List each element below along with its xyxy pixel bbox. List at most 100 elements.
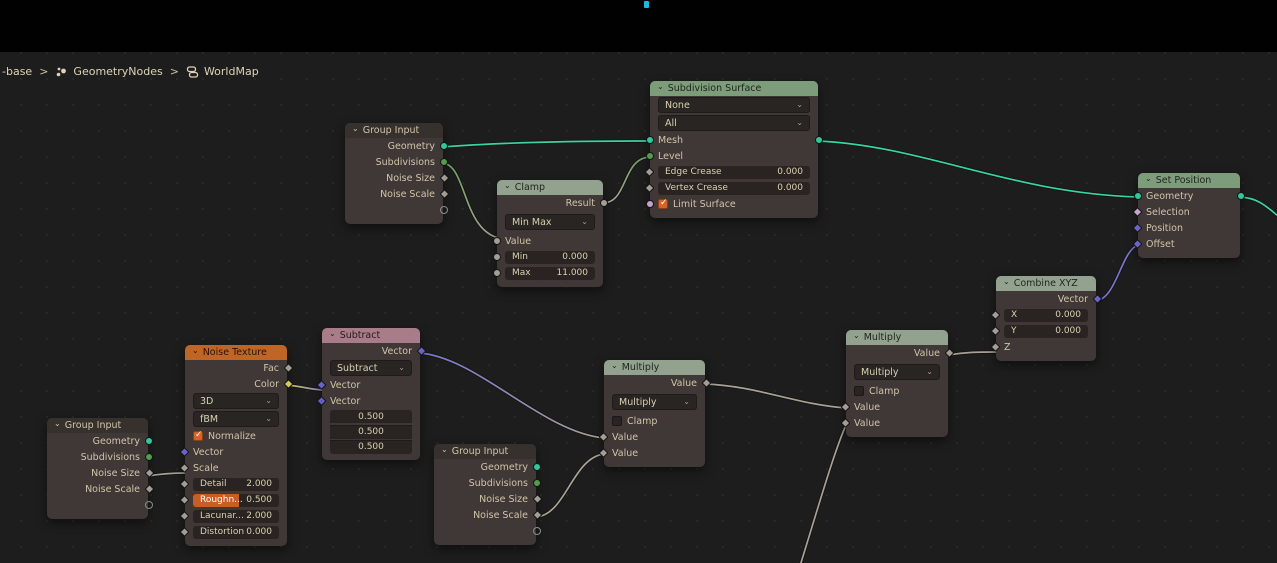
- socket-geometry-out[interactable]: [532, 463, 541, 471]
- collapse-chevron-icon[interactable]: ⌄: [657, 82, 664, 91]
- noise-type-dropdown[interactable]: fBM ⌄: [193, 411, 279, 427]
- node-multiply-1[interactable]: ⌄ Multiply Value Multiply ⌄ Clamp Value Va…: [598, 360, 711, 467]
- math-mode-dropdown[interactable]: Multiply ⌄: [612, 394, 697, 410]
- clamp-checkbox[interactable]: [612, 416, 622, 426]
- checkbox-label: Clamp: [627, 415, 658, 427]
- distortion-field[interactable]: Distortion 0.000: [193, 525, 279, 539]
- clamp-checkbox[interactable]: [854, 386, 864, 396]
- x-field[interactable]: X 0.000: [1004, 308, 1088, 322]
- socket-subdivisions-out[interactable]: [439, 158, 448, 166]
- wire-subtract-to-multiply1-value[interactable]: [419, 351, 605, 440]
- socket-min-in[interactable]: [492, 253, 501, 261]
- socket-virtual[interactable]: [439, 206, 448, 214]
- boundary-smooth-dropdown[interactable]: All ⌄: [658, 115, 810, 131]
- collapse-chevron-icon[interactable]: ⌄: [1003, 277, 1010, 286]
- node-group-input-top[interactable]: ⌄ Group Input Geometry Subdivisions Noise…: [345, 123, 449, 224]
- min-field[interactable]: Min 0.000: [505, 250, 595, 264]
- node-title: Multiply: [621, 362, 660, 373]
- collapse-chevron-icon[interactable]: ⌄: [853, 331, 860, 340]
- socket-result-out[interactable]: [599, 199, 608, 207]
- nodetree-icon: [57, 67, 67, 76]
- wire-geometry-to-mesh[interactable]: [442, 139, 651, 149]
- y-field[interactable]: Y 0.000: [1004, 324, 1088, 338]
- node-header[interactable]: ⌄ Clamp: [497, 180, 603, 195]
- node-header[interactable]: ⌄ Subdivision Surface: [650, 81, 818, 96]
- socket-value-in[interactable]: [492, 237, 501, 245]
- vector-math-mode-dropdown[interactable]: Subtract ⌄: [330, 360, 412, 376]
- collapse-chevron-icon[interactable]: ⌄: [329, 329, 336, 338]
- vector-y-field[interactable]: 0.500: [330, 424, 412, 439]
- wire-mesh-to-setposition-geometry[interactable]: [817, 139, 1139, 199]
- edge-crease-field[interactable]: Edge Crease 0.000: [658, 165, 810, 179]
- collapse-chevron-icon[interactable]: ⌄: [352, 124, 359, 133]
- socket-geometry-out[interactable]: [144, 437, 153, 445]
- wire-multiply1-to-multiply2-value[interactable]: [704, 382, 847, 410]
- node-group-input-bottom-middle[interactable]: ⌄ Group Input Geometry Subdivisions Noise…: [434, 444, 542, 545]
- dropdown-value: All: [665, 117, 677, 129]
- lacunarity-field[interactable]: Lacunar... 2.000: [193, 509, 279, 523]
- node-header[interactable]: ⌄ Multiply: [846, 330, 948, 345]
- detail-field[interactable]: Detail 2.000: [193, 477, 279, 491]
- node-header[interactable]: ⌄ Group Input: [345, 123, 443, 138]
- dropdown-value: Subtract: [337, 362, 378, 374]
- node-header[interactable]: ⌄ Group Input: [47, 418, 148, 433]
- collapse-chevron-icon[interactable]: ⌄: [441, 445, 448, 454]
- node-set-position[interactable]: ⌄ Set Position Geometry Selection Positio…: [1132, 173, 1245, 258]
- socket-geometry-out[interactable]: [1236, 192, 1245, 200]
- socket-subdivisions-out[interactable]: [532, 479, 541, 487]
- collapse-chevron-icon[interactable]: ⌄: [504, 181, 511, 190]
- max-field[interactable]: Max 11.000: [505, 266, 595, 280]
- dimensions-dropdown[interactable]: 3D ⌄: [193, 393, 279, 409]
- node-clamp[interactable]: ⌄ Clamp Result Min Max ⌄ Value Min 0.000 Ma…: [492, 180, 608, 287]
- socket-geometry-in[interactable]: [1133, 192, 1142, 200]
- socket-limit-surface-in[interactable]: [645, 200, 654, 208]
- socket-level-in[interactable]: [645, 152, 654, 160]
- vector-x-field[interactable]: 0.500: [330, 410, 412, 423]
- normalize-checkbox[interactable]: [193, 430, 203, 441]
- collapse-chevron-icon[interactable]: ⌄: [192, 346, 199, 355]
- socket-mesh-in[interactable]: [645, 136, 654, 144]
- collapse-chevron-icon[interactable]: ⌄: [54, 419, 61, 428]
- node-noise-texture[interactable]: ⌄Noise Texture Fac Color 3D⌄ fBM⌄ Normal…: [179, 345, 293, 546]
- clamp-mode-dropdown[interactable]: Min Max ⌄: [505, 214, 595, 230]
- collapse-chevron-icon[interactable]: ⌄: [1145, 174, 1152, 183]
- vertex-crease-field[interactable]: Vertex Crease 0.000: [658, 181, 810, 195]
- socket-label: Offset: [1146, 238, 1175, 250]
- socket-subdivisions-out[interactable]: [144, 453, 153, 461]
- node-combine-xyz[interactable]: ⌄ Combine XYZ Vector X 0.000 Y 0.000 Z: [990, 276, 1102, 361]
- limit-surface-checkbox[interactable]: [658, 198, 668, 209]
- node-subtract[interactable]: ⌄ Subtract Vector Subtract ⌄ Vector Vector…: [316, 328, 426, 460]
- wire-setposition-geometry-out[interactable]: [1239, 195, 1277, 218]
- node-editor-canvas[interactable]: -base > GeometryNodes > WorldMap ⌄ Group…: [0, 52, 1277, 563]
- node-header[interactable]: ⌄ Multiply: [604, 360, 705, 375]
- node-group-input-bottom-left[interactable]: ⌄ Group Input Geometry Subdivisions Noise…: [47, 418, 154, 519]
- socket-label: Value: [854, 417, 881, 429]
- wire-bottom-to-multiply2-value2[interactable]: [799, 424, 848, 563]
- roughness-slider[interactable]: Roughn... 0.500: [193, 493, 279, 507]
- node-multiply-2[interactable]: ⌄ Multiply Value Multiply ⌄ Clamp Value Va…: [840, 330, 954, 437]
- wire-combinexyz-to-offset[interactable]: [1095, 243, 1139, 303]
- node-subdivision-surface[interactable]: ⌄ Subdivision Surface None ⌄ All ⌄ Mesh Lev…: [644, 81, 823, 218]
- node-header[interactable]: ⌄ Noise Texture: [185, 345, 287, 360]
- socket-virtual[interactable]: [532, 527, 541, 535]
- node-header[interactable]: ⌄ Combine XYZ: [996, 276, 1096, 291]
- node-header[interactable]: ⌄ Subtract: [322, 328, 420, 343]
- wire-clamp-result-to-level[interactable]: [602, 155, 651, 205]
- node-header[interactable]: ⌄ Set Position: [1138, 173, 1240, 188]
- socket-max-in[interactable]: [492, 269, 501, 277]
- node-title: Clamp: [514, 182, 546, 193]
- socket-virtual[interactable]: [144, 501, 153, 509]
- uv-smooth-dropdown[interactable]: None ⌄: [658, 97, 810, 113]
- node-header[interactable]: ⌄ Group Input: [434, 444, 536, 459]
- breadcrumb-scene[interactable]: -base: [2, 65, 32, 78]
- wire-subdivisions-to-clamp-value[interactable]: [442, 161, 506, 241]
- collapse-chevron-icon[interactable]: ⌄: [611, 361, 618, 370]
- math-mode-dropdown[interactable]: Multiply ⌄: [854, 364, 940, 380]
- wire-multiply2-to-combinexyz-z[interactable]: [947, 350, 997, 357]
- socket-geometry-out[interactable]: [439, 142, 448, 150]
- breadcrumb-object[interactable]: WorldMap: [186, 65, 259, 78]
- vector-z-field[interactable]: 0.500: [330, 439, 412, 454]
- wire-noisescale-to-multiply1-value2[interactable]: [535, 452, 605, 519]
- breadcrumb-nodetree[interactable]: GeometryNodes: [55, 65, 163, 78]
- socket-mesh-out[interactable]: [814, 136, 823, 144]
